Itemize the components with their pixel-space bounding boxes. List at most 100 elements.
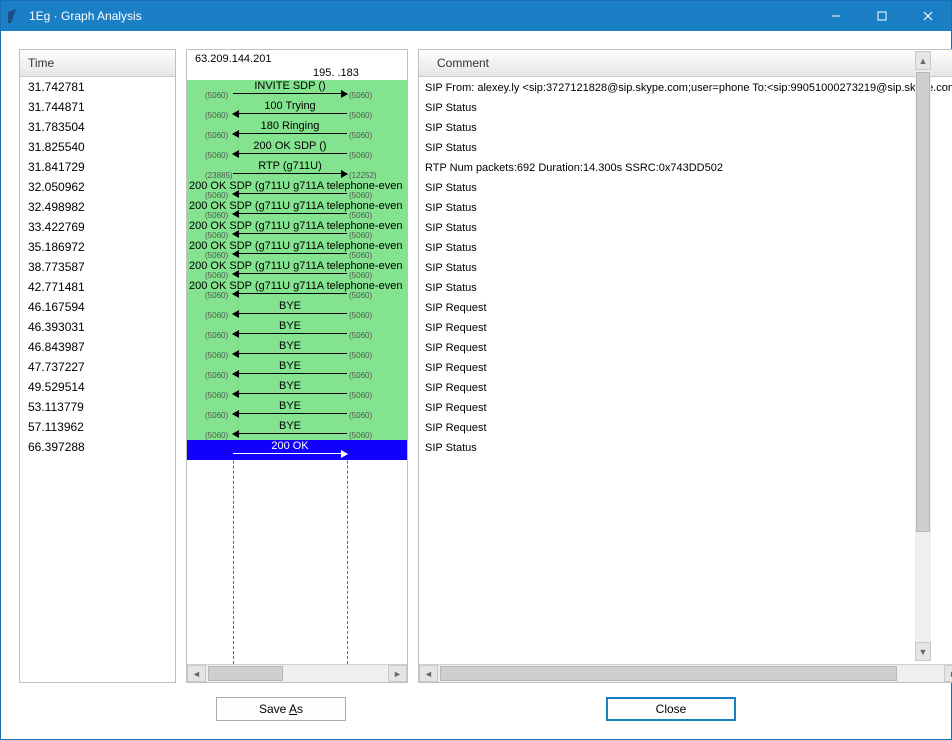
flow-row[interactable]: BYE(5060)(5060)	[187, 400, 407, 420]
comment-cell[interactable]: SIP Status	[419, 137, 952, 157]
arrow-left-icon	[233, 253, 347, 254]
flow-row[interactable]: 200 OK	[187, 440, 407, 460]
comment-cell[interactable]: SIP Request	[419, 337, 952, 357]
comment-cell[interactable]: RTP Num packets:692 Duration:14.300s SSR…	[419, 157, 952, 177]
time-cell[interactable]: 32.050962	[20, 177, 175, 197]
comment-cell[interactable]: SIP Status	[419, 177, 952, 197]
arrow-left-icon	[233, 273, 347, 274]
port-right: (5060)	[349, 291, 372, 300]
comment-cell[interactable]: SIP Status	[419, 437, 952, 457]
port-left: (5060)	[205, 131, 228, 140]
vertical-scrollbar[interactable]: ▲ ▼	[915, 51, 931, 661]
flow-row[interactable]: BYE(5060)(5060)	[187, 420, 407, 440]
flow-body[interactable]: INVITE SDP ()(5060)(5060)100 Trying(5060…	[187, 80, 407, 664]
time-cell[interactable]: 66.397288	[20, 437, 175, 457]
flow-row[interactable]: RTP (g711U)(23885)(12252)	[187, 160, 407, 180]
scroll-down-button[interactable]: ▼	[915, 642, 931, 661]
close-button[interactable]: Close	[606, 697, 736, 721]
flow-row[interactable]: BYE(5060)(5060)	[187, 380, 407, 400]
flow-row[interactable]: 200 OK SDP (g711U g711A telephone-even(5…	[187, 280, 407, 300]
close-window-button[interactable]	[905, 1, 951, 31]
scroll-track[interactable]	[206, 665, 388, 682]
scroll-right-button[interactable]: ►	[388, 665, 407, 682]
flow-row[interactable]: 200 OK SDP (g711U g711A telephone-even(5…	[187, 260, 407, 280]
time-cell[interactable]: 47.737227	[20, 357, 175, 377]
comment-cell[interactable]: SIP Request	[419, 377, 952, 397]
time-cell[interactable]: 46.843987	[20, 337, 175, 357]
app-icon	[7, 8, 23, 24]
comment-cell[interactable]: SIP Status	[419, 97, 952, 117]
arrow-left-icon	[233, 213, 347, 214]
comment-cell[interactable]: SIP Request	[419, 397, 952, 417]
flow-row[interactable]: BYE(5060)(5060)	[187, 320, 407, 340]
time-cell[interactable]: 35.186972	[20, 237, 175, 257]
save-as-post: s	[297, 702, 303, 716]
time-cell[interactable]: 46.393031	[20, 317, 175, 337]
flow-hscrollbar[interactable]: ◄ ►	[187, 664, 407, 682]
scroll-left-button[interactable]: ◄	[419, 665, 438, 682]
comment-cell[interactable]: SIP Request	[419, 297, 952, 317]
maximize-button[interactable]	[859, 1, 905, 31]
comment-cell[interactable]: SIP Status	[419, 277, 952, 297]
port-left: (5060)	[205, 251, 228, 260]
time-cell[interactable]: 57.113962	[20, 417, 175, 437]
time-cell[interactable]: 33.422769	[20, 217, 175, 237]
arrow-right-icon	[233, 173, 347, 174]
flow-label: BYE	[233, 400, 347, 412]
time-cell[interactable]: 31.825540	[20, 137, 175, 157]
time-cell[interactable]: 53.113779	[20, 397, 175, 417]
time-cell[interactable]: 42.771481	[20, 277, 175, 297]
scroll-thumb[interactable]	[440, 666, 897, 681]
flow-row[interactable]: 180 Ringing(5060)(5060)	[187, 120, 407, 140]
time-cell[interactable]: 31.742781	[20, 77, 175, 97]
scroll-up-button[interactable]: ▲	[915, 51, 931, 70]
comment-cell[interactable]: SIP From: alexey.ly <sip:3727121828@sip.…	[419, 77, 952, 97]
time-body[interactable]: 31.74278131.74487131.78350431.82554031.8…	[20, 77, 175, 682]
comment-cell[interactable]: SIP Status	[419, 237, 952, 257]
flow-row[interactable]: 200 OK SDP (g711U g711A telephone-even(5…	[187, 240, 407, 260]
flow-row[interactable]: INVITE SDP ()(5060)(5060)	[187, 80, 407, 100]
time-cell[interactable]: 31.744871	[20, 97, 175, 117]
comment-hscrollbar[interactable]: ◄ ►	[419, 664, 952, 682]
flow-label: INVITE SDP ()	[233, 80, 347, 92]
flow-row[interactable]: BYE(5060)(5060)	[187, 340, 407, 360]
flow-label: BYE	[233, 360, 347, 372]
minimize-button[interactable]	[813, 1, 859, 31]
scroll-track[interactable]	[915, 70, 931, 642]
time-cell[interactable]: 32.498982	[20, 197, 175, 217]
flow-row[interactable]: BYE(5060)(5060)	[187, 360, 407, 380]
flow-row[interactable]: 200 OK SDP (g711U g711A telephone-even(5…	[187, 220, 407, 240]
comment-cell[interactable]: SIP Request	[419, 317, 952, 337]
arrow-left-icon	[233, 353, 347, 354]
time-cell[interactable]: 31.841729	[20, 157, 175, 177]
flow-label: RTP (g711U)	[233, 160, 347, 172]
titlebar[interactable]: 1Eg · Graph Analysis	[1, 1, 951, 31]
comment-cell[interactable]: SIP Status	[419, 197, 952, 217]
save-as-button[interactable]: Save As	[216, 697, 346, 721]
time-cell[interactable]: 31.783504	[20, 117, 175, 137]
comment-cell[interactable]: SIP Status	[419, 217, 952, 237]
time-cell[interactable]: 49.529514	[20, 377, 175, 397]
time-header[interactable]: Time	[20, 50, 175, 77]
comment-cell[interactable]: SIP Request	[419, 357, 952, 377]
port-right: (5060)	[349, 111, 372, 120]
time-cell[interactable]: 46.167594	[20, 297, 175, 317]
scroll-thumb[interactable]	[916, 72, 930, 532]
comment-header[interactable]: Comment	[419, 50, 952, 77]
comment-body[interactable]: SIP From: alexey.ly <sip:3727121828@sip.…	[419, 77, 952, 664]
comment-cell[interactable]: SIP Request	[419, 417, 952, 437]
port-left: (5060)	[205, 331, 228, 340]
time-cell[interactable]: 38.773587	[20, 257, 175, 277]
port-left: (23885)	[205, 171, 233, 180]
flow-row[interactable]: BYE(5060)(5060)	[187, 300, 407, 320]
comment-cell[interactable]: SIP Status	[419, 117, 952, 137]
scroll-left-button[interactable]: ◄	[187, 665, 206, 682]
scroll-right-button[interactable]: ►	[944, 665, 952, 682]
flow-row[interactable]: 200 OK SDP (g711U g711A telephone-even(5…	[187, 200, 407, 220]
scroll-track[interactable]	[438, 665, 944, 682]
comment-cell[interactable]: SIP Status	[419, 257, 952, 277]
flow-row[interactable]: 200 OK SDP ()(5060)(5060)	[187, 140, 407, 160]
flow-row[interactable]: 200 OK SDP (g711U g711A telephone-even(5…	[187, 180, 407, 200]
scroll-thumb[interactable]	[208, 666, 283, 681]
flow-row[interactable]: 100 Trying(5060)(5060)	[187, 100, 407, 120]
